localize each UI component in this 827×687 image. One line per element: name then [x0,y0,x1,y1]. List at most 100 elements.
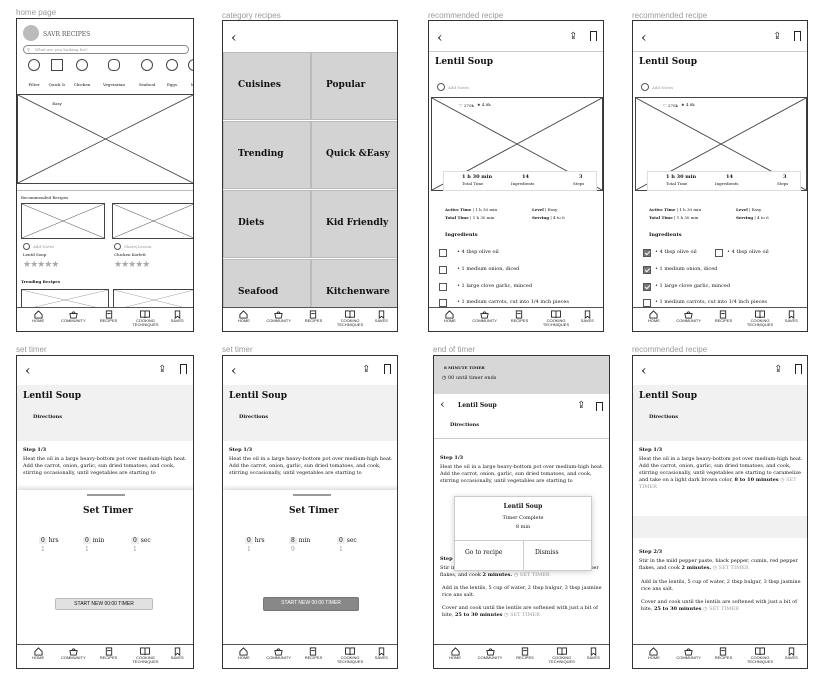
nav-home[interactable]: HOME [24,647,52,660]
ingredient-checkbox-checked[interactable] [643,283,651,291]
nav-recipes[interactable]: RECIPES [709,310,737,323]
chip-seafood[interactable]: Seafood [135,59,159,90]
bookmark-icon[interactable] [596,402,603,411]
nav-saves[interactable]: SAVES [367,310,395,323]
nav-cooking-techniques[interactable]: COOKING TECHNIQUES [746,310,774,327]
bookmark-icon[interactable] [180,364,187,374]
nav-home[interactable]: HOME [640,647,668,660]
nav-home[interactable]: HOME [436,310,464,323]
share-icon[interactable]: ⇪ [577,400,585,411]
bookmark-icon[interactable] [795,364,802,374]
nav-cooking-techniques[interactable]: COOKING TECHNIQUES [548,647,576,664]
chip-filter[interactable]: Filter [23,59,45,90]
bookmark-icon[interactable] [384,364,391,374]
start-timer-button[interactable]: START NEW 00:00 TIMER [263,597,359,611]
recipe-card-image[interactable] [112,203,193,239]
back-icon[interactable]: ‹ [231,364,237,378]
ingredient-checkbox[interactable] [439,283,447,291]
nav-label: COOKING TECHNIQUES [336,655,364,664]
ingredient-checkbox[interactable] [643,299,651,307]
chip-vegetarian[interactable]: Vegetarian [101,59,127,90]
back-icon[interactable]: ‹ [641,364,647,378]
nav-cooking-techniques[interactable]: COOKING TECHNIQUES [131,310,159,327]
nav-saves[interactable]: SAVES [579,647,607,660]
search-input[interactable]: ⚲ What are you looking for? [23,45,189,54]
recipe-card-image[interactable] [21,203,105,239]
nav-recipes[interactable]: RECIPES [299,647,327,660]
nav-saves[interactable]: SAVES [163,310,191,323]
hours-picker[interactable]: 0 [245,537,253,544]
category-diets[interactable]: Diets [223,190,311,258]
nav-community[interactable]: COMMUNITY [675,310,703,323]
nav-recipes[interactable]: RECIPES [95,310,123,323]
back-icon[interactable]: ‹ [25,364,31,378]
share-icon[interactable]: ⇪ [569,31,577,42]
share-icon[interactable]: ⇪ [362,364,370,375]
chip-more[interactable]: Me [187,59,193,90]
nav-cooking-techniques[interactable]: COOKING TECHNIQUES [336,647,364,664]
category-popular[interactable]: Popular [311,52,397,120]
share-icon[interactable]: ⇪ [158,364,166,375]
ingredient-checkbox[interactable] [715,249,723,257]
nav-home[interactable]: HOME [640,310,668,323]
nav-community[interactable]: COMMUNITY [675,647,703,660]
minutes-picker[interactable]: 0 [83,537,91,544]
category-quick-easy[interactable]: Quick &Easy [311,121,397,189]
nav-recipes[interactable]: RECIPES [95,647,123,660]
nav-community[interactable]: COMMUNITY [471,310,499,323]
nav-community[interactable]: COMMUNITY [59,647,87,660]
ingredient-checkbox-checked[interactable] [643,249,651,257]
back-icon[interactable]: ‹ [437,31,443,45]
nav-recipes[interactable]: RECIPES [505,310,533,323]
category-trending[interactable]: Trending [223,121,311,189]
nav-home[interactable]: HOME [441,647,469,660]
nav-recipes[interactable]: RECIPES [709,647,737,660]
share-icon[interactable]: ⇪ [774,364,782,375]
add-notes-icon[interactable] [437,83,445,91]
nav-cooking-techniques[interactable]: COOKING TECHNIQUES [336,310,364,327]
hours-picker[interactable]: 0 [39,537,47,544]
category-cuisines[interactable]: Cuisines [223,52,311,120]
nav-cooking-techniques[interactable]: COOKING TECHNIQUES [131,647,159,664]
back-icon[interactable]: ‹ [440,398,445,410]
go-to-recipe-button[interactable]: Go to recipe [465,548,502,557]
nav-community[interactable]: COMMUNITY [476,647,504,660]
dismiss-button[interactable]: Dismiss [535,548,559,557]
share-icon[interactable]: ⇪ [773,31,781,42]
chip-eggs[interactable]: Eggs [163,59,181,90]
nav-home[interactable]: HOME [230,647,258,660]
chip-chicken[interactable]: Chicken [71,59,93,90]
nav-recipes[interactable]: RECIPES [299,310,327,323]
nav-saves[interactable]: SAVES [573,310,601,323]
nav-saves[interactable]: SAVES [367,647,395,660]
nav-cooking-techniques[interactable]: COOKING TECHNIQUES [746,647,774,664]
nav-community[interactable]: COMMUNITY [265,647,293,660]
start-timer-button[interactable]: START NEW 00:00 TIMER [55,598,153,610]
notes-icon[interactable] [23,243,30,250]
hero-image-placeholder[interactable] [17,94,193,184]
nav-home[interactable]: HOME [24,310,52,323]
bookmark-icon[interactable] [590,31,597,41]
category-kid-friendly[interactable]: Kid Friendly [311,190,397,258]
nav-saves[interactable]: SAVES [163,647,191,660]
nav-cooking-techniques[interactable]: COOKING TECHNIQUES [542,310,570,327]
seconds-picker[interactable]: 0 [337,537,345,544]
nav-home[interactable]: HOME [230,310,258,323]
nav-saves[interactable]: SAVES [777,647,805,660]
ingredient-checkbox[interactable] [439,266,447,274]
bookmark-icon[interactable] [794,31,801,41]
nav-community[interactable]: COMMUNITY [265,310,293,323]
add-notes-icon[interactable] [641,83,649,91]
seconds-picker[interactable]: 0 [131,537,139,544]
nav-recipes[interactable]: RECIPES [511,647,539,660]
back-icon[interactable]: ‹ [641,31,647,45]
share-icon[interactable] [114,243,121,250]
ingredient-checkbox[interactable] [439,249,447,257]
nav-community[interactable]: COMMUNITY [59,310,87,323]
ingredient-checkbox[interactable] [439,299,447,307]
timer-banner[interactable]: 8 MINUTE TIMER ◷ 00 until timer ends [434,356,609,394]
ingredient-checkbox-checked[interactable] [643,266,651,274]
nav-saves[interactable]: SAVES [777,310,805,323]
minutes-picker[interactable]: 8 [289,537,297,544]
back-icon[interactable]: ‹ [231,31,237,45]
